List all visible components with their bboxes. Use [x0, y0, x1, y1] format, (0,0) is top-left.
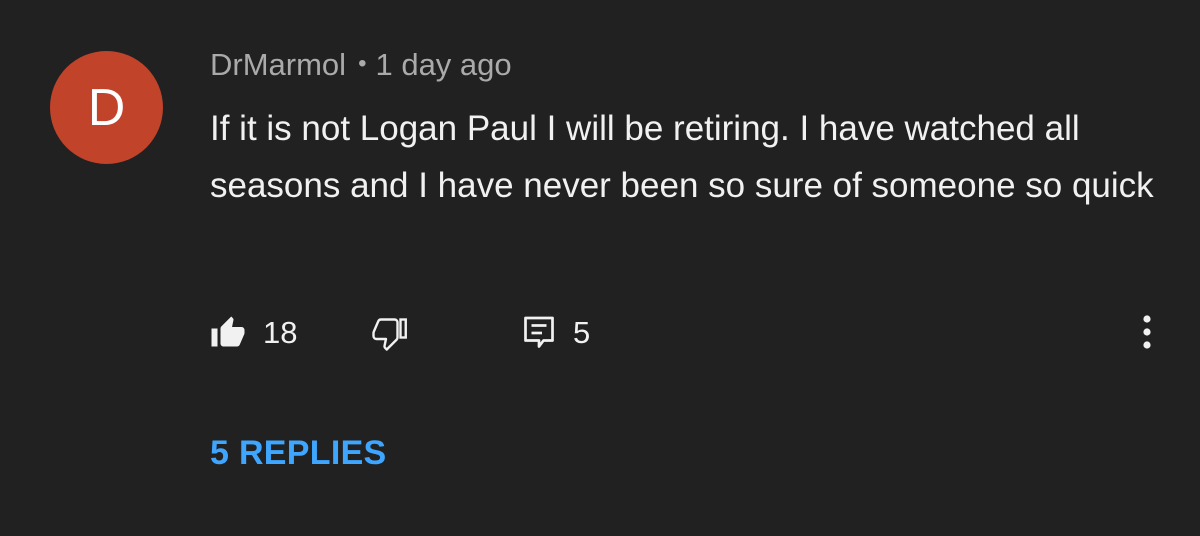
comment-icon	[522, 315, 556, 351]
dislike-button[interactable]	[372, 310, 408, 356]
comment-meta: DrMarmol • 1 day ago	[210, 47, 512, 83]
comment-thread: D DrMarmol • 1 day ago If it is not Logan …	[0, 0, 1200, 536]
like-count: 18	[263, 315, 298, 350]
thumbs-down-outline-icon	[372, 315, 408, 351]
more-actions-button[interactable]	[1132, 312, 1162, 356]
comment-actions: 18 5	[210, 310, 1170, 356]
meta-separator: •	[358, 50, 367, 77]
reply-button[interactable]: 5	[522, 310, 590, 356]
reply-count: 5	[573, 315, 591, 350]
avatar-letter: D	[87, 78, 126, 137]
comment-timestamp[interactable]: 1 day ago	[375, 47, 511, 82]
avatar[interactable]: D	[50, 51, 163, 164]
like-button[interactable]: 18	[210, 310, 297, 356]
author-name[interactable]: DrMarmol	[210, 47, 346, 82]
more-vertical-icon	[1142, 314, 1152, 355]
comment-text: If it is not Logan Paul I will be retiri…	[210, 109, 1154, 205]
view-replies-link[interactable]: 5 REPLIES	[210, 434, 387, 473]
thumbs-up-filled-icon	[210, 315, 246, 351]
